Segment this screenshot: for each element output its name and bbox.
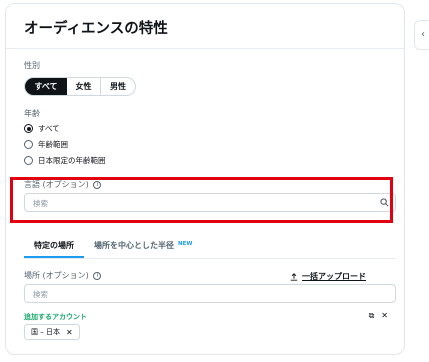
gender-segmented-control: すべて 女性 男性 [24,77,136,96]
bulk-upload-label: 一括アップロード [302,272,366,281]
location-search-placeholder: 検索 [33,290,48,299]
close-icon[interactable]: ✕ [381,311,388,321]
chevron-left-icon[interactable]: ‹ [421,29,425,40]
tab-label: 場所を中心とした半径 [94,241,174,250]
tab-radius-location[interactable]: 場所を中心とした半径 NEW [84,238,202,258]
page-title: オーディエンスの特性 [24,21,168,37]
age-option-label: 日本限定の年齢範囲 [38,156,106,165]
gender-label: 性別 [24,61,40,70]
gender-option-female[interactable]: 女性 [67,78,101,95]
radio-selected-icon[interactable] [24,124,33,133]
title-divider [6,48,404,49]
bulk-upload-button[interactable]: 一括アップロード [290,271,366,282]
new-badge: NEW [178,241,193,247]
gender-option-male[interactable]: 男性 [101,78,135,95]
adjacent-panel[interactable]: ‹ [414,20,429,50]
remove-chip-icon[interactable]: ✕ [66,328,73,337]
age-option-range[interactable]: 年齢範囲 [24,139,68,150]
age-label: 年齢 [24,109,40,118]
age-option-all[interactable]: すべて [24,123,60,134]
location-search-input[interactable]: 検索 [24,284,396,303]
gender-option-all[interactable]: すべて [25,78,67,95]
location-label: 場所 (オプション) i [24,270,102,281]
age-option-label: すべて [38,124,60,133]
added-actions: ⧉ ✕ [369,311,388,321]
age-option-japan-range[interactable]: 日本限定の年齢範囲 [24,155,106,166]
location-chip-label: 国 – 日本 [31,328,60,336]
location-label-text: 場所 (オプション) [24,271,89,280]
added-accounts-label: 追加するアカウント [24,313,87,321]
age-option-label: 年齢範囲 [38,140,68,149]
radio-icon[interactable] [24,156,33,165]
highlight-box [10,177,393,223]
location-chip: 国 – 日本 ✕ [24,324,80,340]
tab-specific-location[interactable]: 特定の場所 [24,238,84,258]
tabs-divider [24,258,396,259]
info-icon[interactable]: i [93,271,102,280]
upload-icon [290,272,298,281]
tab-label: 特定の場所 [34,241,74,250]
radio-icon[interactable] [24,140,33,149]
copy-icon[interactable]: ⧉ [369,311,375,321]
location-tabs: 特定の場所 場所を中心とした半径 NEW [24,238,202,258]
